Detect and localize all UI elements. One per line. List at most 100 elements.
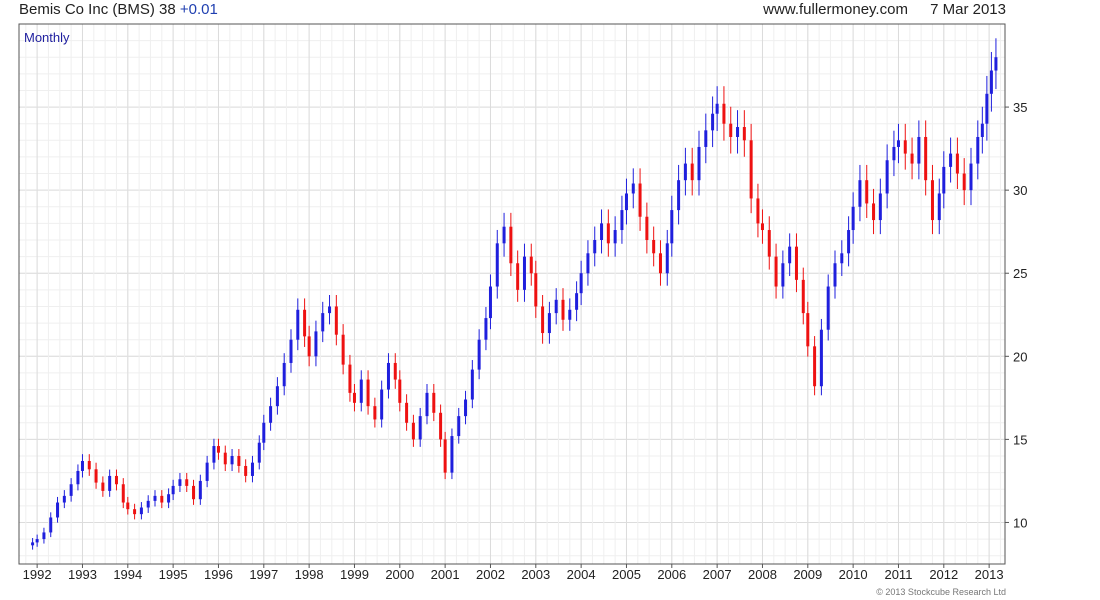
x-tick-label: 1993 [68,567,97,582]
candle-body [488,286,492,319]
x-tick-label: 1992 [23,567,52,582]
candle-body [516,263,520,290]
candle-body [216,446,220,453]
x-tick-label: 2002 [476,567,505,582]
candle-body [398,379,402,403]
candle-body [328,306,332,314]
candle-body [282,362,286,387]
candle-body [851,206,855,231]
candle-body [840,253,844,264]
candle-body [121,484,125,503]
candle-body [976,136,980,164]
candle-body [321,313,325,332]
x-tick-label: 2003 [521,567,550,582]
x-tick-label: 2012 [929,567,958,582]
candle-body [153,495,157,501]
candle-body [658,253,662,274]
candle-body [386,362,390,390]
x-tick-label: 1995 [159,567,188,582]
candle-body [833,263,837,287]
candle-body [411,422,415,440]
candle-body [806,313,810,347]
candle-body [896,140,900,147]
candle-body [198,480,202,500]
candle-body [561,299,565,320]
candle-body [393,362,397,380]
candle-body [865,180,869,204]
x-tick-label: 1999 [340,567,369,582]
candle-body [781,263,785,287]
candle-body [903,140,907,154]
candle-body [756,198,760,224]
candle-body [949,153,953,167]
candle-body [244,465,248,476]
candle-body [94,469,98,483]
candle-body [826,286,830,330]
candle-body [665,243,669,274]
candle-body [484,318,488,340]
candle-body [645,216,649,240]
candle-body [314,331,318,357]
candle-body [955,153,959,174]
candle-body [715,103,719,114]
candle-body [171,485,175,495]
candle-body [985,93,989,124]
candle-body [192,485,196,500]
candle-body [62,495,66,503]
candle-body [502,226,506,244]
candle-body [624,193,628,211]
candle-body [108,475,112,491]
period-label: Monthly [24,30,70,45]
x-tick-label: 2000 [385,567,414,582]
candle-body [160,495,164,503]
x-tick-label: 2009 [793,567,822,582]
candle-body [638,183,642,217]
candle-body [205,462,209,481]
candle-body [509,226,513,264]
candle-body [606,223,610,244]
candle-body [690,163,694,181]
candle-body [87,460,91,470]
y-tick-label: 20 [1013,349,1027,364]
candle-body [652,240,656,254]
candle-body [341,334,345,365]
candle-body [366,379,370,407]
x-tick-label: 1994 [113,567,142,582]
candle-body [885,160,889,194]
candle-body [167,494,171,503]
candle-body [878,193,882,221]
candle-body [307,336,311,357]
y-tick-label: 10 [1013,515,1027,530]
x-tick-label: 2008 [748,567,777,582]
candle-body [76,470,80,485]
y-tick-label: 25 [1013,266,1027,281]
candle-body [742,127,746,141]
x-tick-label: 2011 [884,567,912,582]
candle-body [677,180,681,211]
candle-body [522,256,526,290]
candle-body [994,57,998,71]
candle-body [69,484,73,496]
candle-body [425,392,429,417]
candle-body [352,392,356,403]
candle-body [858,180,862,207]
candle-body [529,256,533,274]
candle-body [80,460,84,471]
candle-body [439,412,443,440]
candle-body [600,223,604,240]
candle-body [704,130,708,147]
candle-body [212,446,216,463]
candle-body [146,500,150,508]
y-tick-label: 30 [1013,183,1027,198]
candle-body [178,479,182,486]
candle-body [917,136,921,164]
candle-body [760,223,764,231]
candle-body [813,346,817,387]
candle-body [575,293,579,310]
candle-body [418,416,422,440]
candle-body [924,136,928,181]
candle-body [620,210,624,231]
candle-body [819,329,823,387]
plot-area [19,24,1005,564]
candle-body [962,173,966,191]
